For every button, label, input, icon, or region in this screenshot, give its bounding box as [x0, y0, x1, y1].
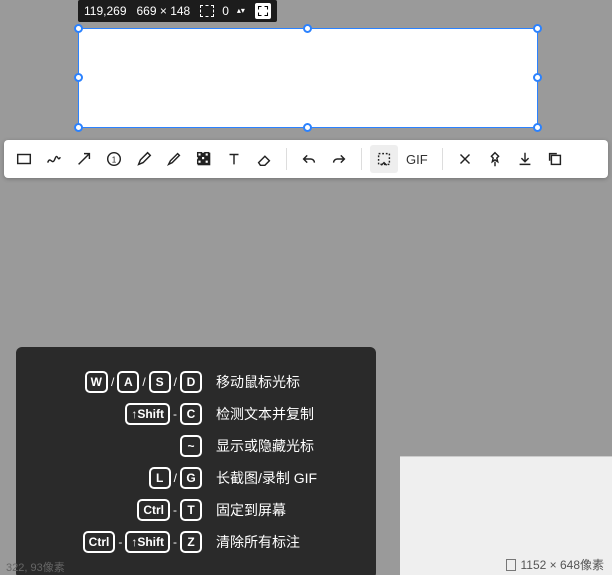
undo-button[interactable]: [295, 145, 323, 173]
key-separator: -: [173, 407, 177, 421]
handle-n[interactable]: [303, 24, 312, 33]
help-row: Ctrl-T 固定到屏幕: [32, 499, 360, 521]
help-row-keys: ↑Shift-C: [32, 403, 202, 425]
text-tool-button[interactable]: [220, 145, 248, 173]
help-row: W/A/S/D移动鼠标光标: [32, 371, 360, 393]
help-row-label: 长截图/录制 GIF: [216, 468, 360, 488]
help-row-label: 固定到屏幕: [216, 500, 360, 520]
key-cap: C: [180, 403, 202, 425]
help-row-keys: Ctrl-T: [32, 499, 202, 521]
cursor-coord-text: 322, 93像素: [6, 559, 65, 575]
key-separator: -: [173, 535, 177, 549]
crop-button[interactable]: [370, 145, 398, 173]
shortcut-help-panel: W/A/S/D移动鼠标光标↑Shift-C检测文本并复制~显示或隐藏光标L/G长…: [16, 347, 376, 575]
handle-s[interactable]: [303, 123, 312, 132]
content-panel: 1152 × 648像素: [400, 456, 612, 575]
crop-icon: [200, 5, 214, 17]
selection-size: 669 × 148: [137, 4, 191, 18]
save-button[interactable]: [511, 145, 539, 173]
expand-icon[interactable]: [255, 3, 271, 19]
pin-button[interactable]: [481, 145, 509, 173]
separator: [361, 148, 362, 170]
gif-button[interactable]: GIF: [400, 145, 434, 173]
handle-se[interactable]: [533, 123, 542, 132]
highlighter-tool-button[interactable]: [160, 145, 188, 173]
close-button[interactable]: [451, 145, 479, 173]
canvas-dim-text: 1152 × 648像素: [520, 556, 604, 573]
arrow-tool-button[interactable]: [70, 145, 98, 173]
key-cap: A: [117, 371, 139, 393]
key-cap: D: [180, 371, 202, 393]
key-cap: Ctrl: [137, 499, 170, 521]
help-row-label: 显示或隐藏光标: [216, 436, 360, 456]
help-row-label: 清除所有标注: [216, 532, 360, 552]
separator: [286, 148, 287, 170]
freehand-tool-button[interactable]: [40, 145, 68, 173]
key-cap: G: [180, 467, 202, 489]
redo-button[interactable]: [325, 145, 353, 173]
copy-button[interactable]: [541, 145, 569, 173]
zoom-value: 0: [222, 4, 229, 18]
stepper[interactable]: ▴▾: [237, 8, 245, 14]
handle-ne[interactable]: [533, 24, 542, 33]
mosaic-tool-button[interactable]: [190, 145, 218, 173]
key-separator: -: [173, 503, 177, 517]
key-cap: Z: [180, 531, 202, 553]
help-row-keys: L/G: [32, 467, 202, 489]
separator: [442, 148, 443, 170]
key-separator: /: [142, 375, 145, 389]
key-cap: ↑Shift: [125, 531, 170, 553]
help-row-keys: ~: [32, 435, 202, 457]
help-row: ~ 显示或隐藏光标: [32, 435, 360, 457]
svg-text:1: 1: [112, 156, 117, 165]
zoom-segment: 0 ▴▾: [200, 4, 245, 18]
help-row: Ctrl-↑Shift-Z清除所有标注: [32, 531, 360, 553]
key-cap: W: [85, 371, 108, 393]
handle-nw[interactable]: [74, 24, 83, 33]
key-separator: /: [111, 375, 114, 389]
help-row-label: 检测文本并复制: [216, 404, 360, 424]
key-cap: Ctrl: [83, 531, 116, 553]
help-row: ↑Shift-C 检测文本并复制: [32, 403, 360, 425]
key-separator: /: [174, 471, 177, 485]
key-separator: /: [174, 375, 177, 389]
handle-e[interactable]: [533, 73, 542, 82]
selection-info-bar: 119,269 669 × 148 0 ▴▾: [78, 0, 277, 22]
pencil-tool-button[interactable]: [130, 145, 158, 173]
canvas-dimensions: 1152 × 648像素: [506, 556, 604, 573]
key-cap: ~: [180, 435, 202, 457]
number-tool-button[interactable]: 1: [100, 145, 128, 173]
key-separator: -: [118, 535, 122, 549]
key-cap: ↑Shift: [125, 403, 170, 425]
annotation-toolbar: 1 GIF: [4, 140, 608, 178]
capture-selection[interactable]: [78, 28, 538, 128]
key-cap: L: [149, 467, 171, 489]
selection-coords: 119,269: [84, 4, 127, 18]
key-cap: T: [180, 499, 202, 521]
page-icon: [506, 559, 516, 571]
handle-w[interactable]: [74, 73, 83, 82]
eraser-tool-button[interactable]: [250, 145, 278, 173]
help-row-label: 移动鼠标光标: [216, 372, 360, 392]
help-row: L/G 长截图/录制 GIF: [32, 467, 360, 489]
help-row-keys: W/A/S/D: [32, 371, 202, 393]
handle-sw[interactable]: [74, 123, 83, 132]
rect-tool-button[interactable]: [10, 145, 38, 173]
key-cap: S: [149, 371, 171, 393]
help-row-keys: Ctrl-↑Shift-Z: [32, 531, 202, 553]
